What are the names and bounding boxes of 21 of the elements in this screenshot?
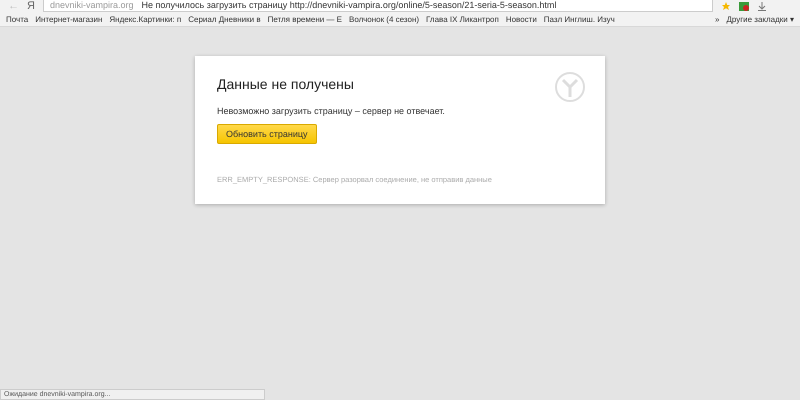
- bookmark-link[interactable]: Глава IX Ликантроп: [424, 14, 501, 24]
- star-icon[interactable]: [720, 2, 731, 10]
- page-title: Не получилось загрузить страницу http://dnevniki-vampira.org/online/5-season/21-seria-5-season.html: [142, 0, 556, 11]
- bookmark-link[interactable]: Почта: [4, 14, 30, 24]
- bookmark-link[interactable]: Петля времени — Е: [266, 14, 344, 24]
- bookmark-link[interactable]: Яндекс.Картинки: п: [107, 14, 184, 24]
- error-message: Невозможно загрузить страницу – сервер не отвечает.: [217, 106, 446, 116]
- bookmark-link[interactable]: Пазл Инглиш. Изуч: [542, 14, 617, 24]
- bookmark-link[interactable]: Сериал Дневники в: [186, 14, 263, 24]
- reload-button[interactable]: Обновить страницу: [217, 124, 317, 144]
- bookmark-link[interactable]: Волчонок (4 сезон): [347, 14, 422, 24]
- bookmark-link[interactable]: Интернет-магазин: [33, 14, 104, 24]
- bookmark-link[interactable]: Новости: [504, 14, 539, 24]
- error-title: Данные не получены: [217, 76, 355, 92]
- download-icon[interactable]: [756, 2, 767, 10]
- domain-text: dnevniki-vampira.org: [50, 0, 134, 11]
- logo-icon: [555, 72, 585, 102]
- browser-logo[interactable]: Я: [27, 1, 35, 11]
- more-bookmarks-button[interactable]: »: [713, 14, 722, 24]
- address-bar[interactable]: dnevniki-vampira.org Не получилось загрузить страницу http://dnevniki-vampira.org/online/5-season/21-seria-5-season.html: [42, 0, 713, 12]
- other-bookmarks-button[interactable]: Другие закладки ▾: [724, 14, 796, 24]
